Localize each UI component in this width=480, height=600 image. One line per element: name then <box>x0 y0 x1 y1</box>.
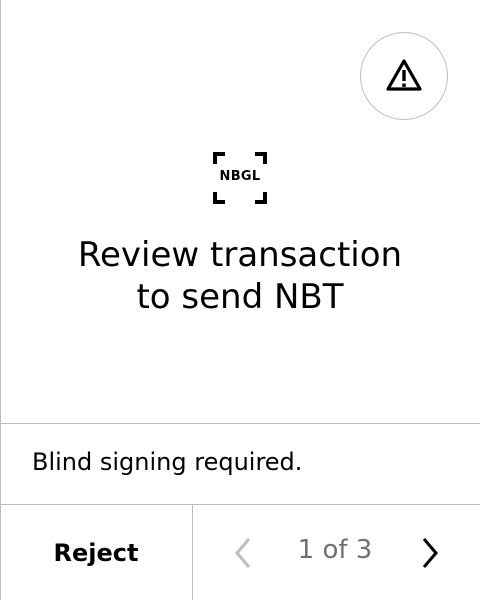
page-title: Review transaction to send NBT <box>20 234 460 318</box>
chevron-right-icon <box>422 538 438 568</box>
title-line-1: Review transaction <box>77 235 403 275</box>
page-indicator: 1 of 3 <box>297 535 373 565</box>
reject-button[interactable]: Reject <box>0 505 192 600</box>
next-page-button[interactable] <box>410 533 450 573</box>
page-navigation: 1 of 3 <box>193 505 480 600</box>
title-line-2: to send NBT <box>136 277 344 317</box>
divider-top <box>0 423 480 424</box>
app-logo: NBGL <box>213 152 267 204</box>
blind-signing-notice: Blind signing required. <box>32 448 303 476</box>
warning-button[interactable] <box>360 32 448 120</box>
logo-text: NBGL <box>219 169 261 184</box>
chevron-left-icon <box>235 538 251 568</box>
previous-page-button[interactable] <box>223 533 263 573</box>
warning-triangle-icon <box>386 59 422 91</box>
footer-bar: Reject 1 of 3 <box>0 505 480 600</box>
